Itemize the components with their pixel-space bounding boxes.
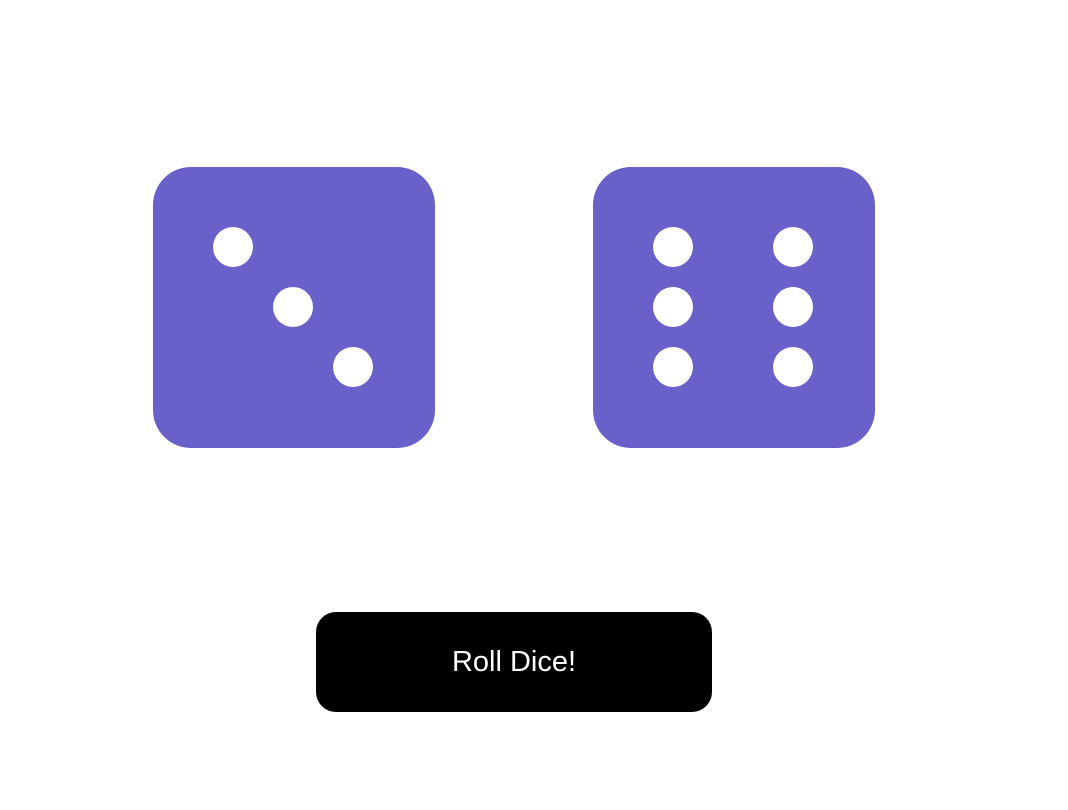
die-1-pip	[273, 287, 313, 327]
roll-dice-button[interactable]: Roll Dice!	[316, 612, 712, 712]
die-1	[153, 167, 435, 448]
die-2	[593, 167, 875, 448]
die-1-pip	[213, 227, 253, 267]
die-2-pip	[653, 227, 693, 267]
die-2-pip	[773, 347, 813, 387]
die-2-pip	[773, 227, 813, 267]
die-2-pip	[653, 287, 693, 327]
die-2-pip	[653, 347, 693, 387]
dice-app: Roll Dice!	[0, 0, 1068, 810]
roll-dice-label: Roll Dice!	[451, 645, 577, 678]
die-1-pip	[333, 347, 373, 387]
die-2-pip	[773, 287, 813, 327]
